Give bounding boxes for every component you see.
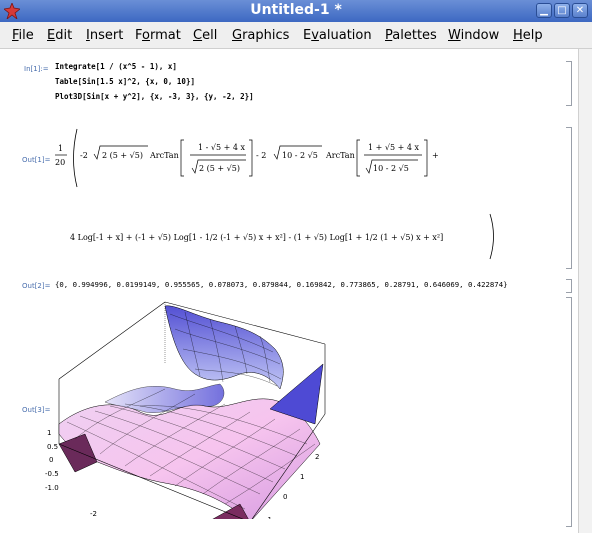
out1-arctan2: ArcTan	[325, 151, 355, 160]
out1-term-a: -2	[80, 151, 88, 160]
out1-arctan1-num: 1 - √5 + 4 x	[198, 143, 245, 152]
y-tick-1: 1	[300, 473, 304, 481]
z-tick-neg0.5: -0.5	[45, 470, 59, 478]
y-tick-neg1: -1	[265, 516, 272, 519]
out2-list[interactable]: {0, 0.994996, 0.0199149, 0.955565, 0.078…	[55, 280, 508, 289]
z-tick-1: 1	[47, 429, 51, 437]
menu-bar: File Edit Insert Format Cell Graphics Ev…	[0, 22, 592, 49]
menu-format[interactable]: Format	[135, 28, 181, 43]
out2-label: Out[2]=	[22, 282, 51, 290]
window-title: Untitled-1 *	[250, 2, 342, 18]
input-cell-bracket[interactable]	[566, 61, 572, 106]
notebook[interactable]: In[1]:= Integrate[1 / (x^5 - 1), x] Tabl…	[0, 49, 592, 533]
menu-window[interactable]: Window	[448, 28, 499, 43]
z-tick-neg1: -1.0	[45, 484, 59, 492]
out1-arctan1: ArcTan	[149, 151, 179, 160]
vertical-scrollbar[interactable]	[578, 49, 592, 533]
out1-formula: 1 20 -2 2 (5 + √5) ArcTan 1 - √5 + 4 x 2…	[55, 128, 494, 260]
out1-sqrt2: 10 - 2 √5	[282, 151, 318, 160]
menu-file[interactable]: File	[12, 28, 34, 43]
plot-surface	[58, 305, 324, 519]
menu-graphics[interactable]: Graphics	[232, 28, 289, 43]
menu-help[interactable]: Help	[513, 28, 543, 43]
out1-arctan1-den: 2 (5 + √5)	[199, 164, 240, 173]
menu-evaluation[interactable]: Evaluation	[303, 28, 372, 43]
out1-arctan2-num: 1 + √5 + 4 x	[368, 143, 419, 152]
close-button[interactable]: ✕	[572, 3, 588, 18]
maximize-button[interactable]: □	[554, 3, 570, 18]
out1-line-2: 4 Log[-1 + x] + (-1 + √5) Log[1 - 1/2 (-…	[70, 233, 443, 242]
z-tick-0.5: 0.5	[47, 443, 58, 451]
menu-edit[interactable]: Edit	[47, 28, 72, 43]
out1-frac-num: 1	[58, 144, 63, 153]
out1-plus: +	[432, 151, 439, 160]
maximize-icon: □	[557, 5, 567, 16]
y-tick-0: 0	[283, 493, 287, 501]
out2-cell-bracket[interactable]	[566, 279, 572, 293]
menu-palettes[interactable]: Palettes	[385, 28, 437, 43]
out1-arctan2-den: 10 - 2 √5	[373, 164, 409, 173]
out1-label: Out[1]=	[22, 156, 51, 164]
close-icon: ✕	[575, 5, 585, 16]
y-tick-2: 2	[315, 453, 319, 461]
out1-cell-bracket[interactable]	[566, 127, 572, 269]
out1-frac-den: 20	[55, 158, 65, 167]
out3-cell-bracket[interactable]	[566, 297, 572, 527]
input-line-3[interactable]: Plot3D[Sin[x + y^2], {x, -3, 3}, {y, -2,…	[55, 92, 254, 101]
minimize-button[interactable]: ▁	[536, 3, 552, 18]
out1-term-b: - 2	[256, 151, 266, 160]
title-bar: Untitled-1 * ▁ □ ✕	[0, 0, 592, 22]
out1-sqrt1: 2 (5 + √5)	[102, 151, 143, 160]
input-line-1[interactable]: Integrate[1 / (x^5 - 1), x]	[55, 62, 177, 71]
z-tick-0: 0	[49, 456, 53, 464]
plot3d[interactable]: 1 0.5 0 -0.5 -1.0 -2 0 2 2 1 0 -1 -2	[45, 294, 345, 519]
input-label: In[1]:=	[24, 65, 49, 73]
menu-cell[interactable]: Cell	[193, 28, 217, 43]
menu-insert[interactable]: Insert	[86, 28, 123, 43]
minimize-icon: ▁	[540, 5, 548, 16]
input-line-2[interactable]: Table[Sin[1.5 x]^2, {x, 0, 10}]	[55, 77, 195, 86]
x-tick-neg2: -2	[90, 510, 97, 518]
